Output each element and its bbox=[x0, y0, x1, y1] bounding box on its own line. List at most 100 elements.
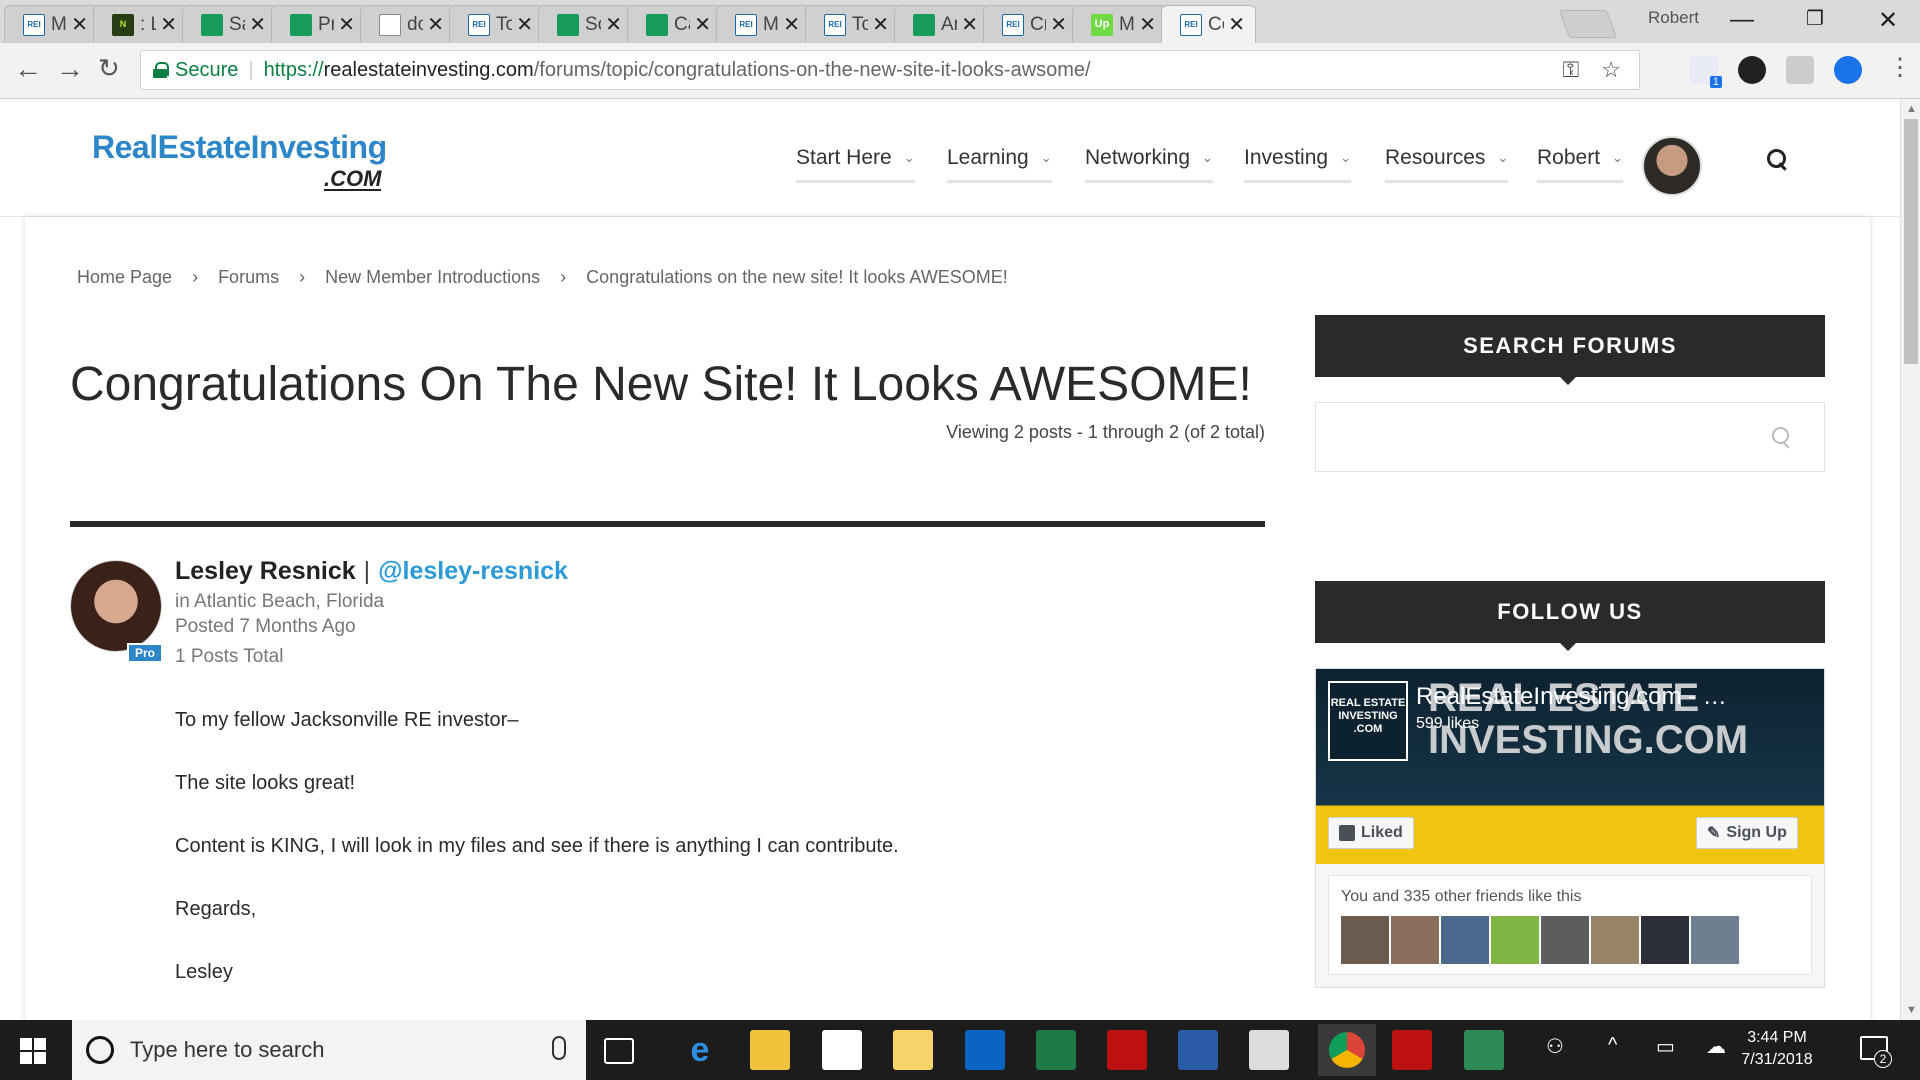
tab-close-icon[interactable]: ✕ bbox=[961, 12, 978, 37]
tab-close-icon[interactable]: ✕ bbox=[1139, 12, 1156, 37]
close-window-icon[interactable]: ✕ bbox=[1878, 6, 1898, 35]
facebook-liked-button[interactable]: Liked bbox=[1328, 817, 1414, 849]
friend-avatar[interactable] bbox=[1591, 916, 1639, 964]
browser-tab[interactable]: Up Me✕ bbox=[1072, 5, 1167, 43]
browser-tab[interactable]: REI To✕ bbox=[805, 5, 900, 43]
extension-icon-1[interactable]: 1 bbox=[1690, 56, 1722, 88]
tab-close-icon[interactable]: ✕ bbox=[1228, 12, 1245, 37]
nav-investing[interactable]: Investing ⌄ bbox=[1244, 146, 1351, 183]
owl-extension-icon[interactable] bbox=[1738, 56, 1766, 84]
edge-icon[interactable]: e bbox=[680, 1030, 720, 1070]
forum-search-input[interactable] bbox=[1315, 402, 1825, 472]
nav-resources[interactable]: Resources ⌄ bbox=[1385, 146, 1509, 183]
browser-tab[interactable]: REI Co✕ bbox=[1161, 5, 1256, 43]
user-avatar[interactable] bbox=[1642, 136, 1702, 196]
back-icon[interactable]: ← bbox=[14, 53, 42, 85]
tab-close-icon[interactable]: ✕ bbox=[783, 12, 800, 37]
tab-close-icon[interactable]: ✕ bbox=[516, 12, 533, 37]
browser-tab[interactable]: REI To✕ bbox=[449, 5, 544, 43]
task-view-icon[interactable] bbox=[604, 1038, 634, 1064]
nav-networking[interactable]: Networking ⌄ bbox=[1085, 146, 1213, 183]
windows-start-icon[interactable] bbox=[20, 1038, 46, 1064]
word-icon[interactable] bbox=[1178, 1030, 1218, 1070]
facebook-page-name[interactable]: RealEstateInvesting.com - … bbox=[1416, 683, 1727, 711]
favicon-rei-icon: REI bbox=[1180, 13, 1202, 36]
breadcrumb-forums[interactable]: Forums bbox=[218, 267, 279, 288]
outlook-icon[interactable] bbox=[965, 1030, 1005, 1070]
scroll-down-icon[interactable]: ▼ bbox=[1906, 1004, 1917, 1016]
tab-close-icon[interactable]: ✕ bbox=[249, 12, 266, 37]
file-explorer-icon[interactable] bbox=[750, 1030, 790, 1070]
photos-icon[interactable] bbox=[1249, 1030, 1289, 1070]
key-icon[interactable]: ⚿ bbox=[1563, 57, 1580, 83]
nav-user-menu[interactable]: Robert ⌄ bbox=[1537, 146, 1623, 183]
page-scrollbar[interactable]: ▲ ▼ bbox=[1900, 99, 1920, 1020]
search-icon[interactable] bbox=[1767, 149, 1789, 171]
browser-tab[interactable]: do✕ bbox=[360, 5, 455, 43]
people-icon[interactable]: ⚇ bbox=[1546, 1034, 1564, 1059]
tab-close-icon[interactable]: ✕ bbox=[694, 12, 711, 37]
chrome-menu-icon[interactable]: ⋮ bbox=[1888, 53, 1912, 82]
browser-tab[interactable]: N: Li✕ bbox=[93, 5, 188, 43]
tray-chevron-icon[interactable]: ^ bbox=[1608, 1034, 1617, 1057]
excel-icon[interactable] bbox=[1036, 1030, 1076, 1070]
author-name[interactable]: Lesley Resnick bbox=[175, 557, 356, 585]
filezilla-icon[interactable] bbox=[1107, 1030, 1147, 1070]
friend-avatar[interactable] bbox=[1441, 916, 1489, 964]
friend-avatar[interactable] bbox=[1341, 916, 1389, 964]
tab-close-icon[interactable]: ✕ bbox=[872, 12, 889, 37]
friend-avatar[interactable] bbox=[1641, 916, 1689, 964]
app-icon[interactable] bbox=[1464, 1030, 1504, 1070]
nav-learning[interactable]: Learning ⌄ bbox=[947, 146, 1052, 183]
scroll-up-icon[interactable]: ▲ bbox=[1906, 103, 1917, 115]
browser-tab[interactable]: Pro✕ bbox=[271, 5, 366, 43]
battery-icon[interactable]: ▭ bbox=[1656, 1034, 1675, 1059]
folder-onedrive-icon[interactable] bbox=[893, 1030, 933, 1070]
tab-close-icon[interactable]: ✕ bbox=[338, 12, 355, 37]
tab-close-icon[interactable]: ✕ bbox=[71, 12, 88, 37]
chrome-taskbar-active[interactable] bbox=[1318, 1024, 1376, 1076]
friend-avatar[interactable] bbox=[1691, 916, 1739, 964]
filezilla-icon-2[interactable] bbox=[1392, 1030, 1432, 1070]
author-handle[interactable]: @lesley-resnick bbox=[378, 557, 568, 585]
forward-icon[interactable]: → bbox=[56, 53, 84, 85]
site-logo[interactable]: RealEstateInvesting .COM bbox=[92, 129, 387, 191]
browser-tab[interactable]: REI Me✕ bbox=[716, 5, 811, 43]
taskbar-clock[interactable]: 3:44 PM 7/31/2018 bbox=[1734, 1027, 1820, 1071]
address-bar[interactable]: Secure | https://realestateinvesting.com… bbox=[140, 50, 1640, 90]
onedrive-icon[interactable]: ☁ bbox=[1706, 1034, 1726, 1059]
new-tab-button[interactable] bbox=[1558, 10, 1618, 38]
facebook-signup-button[interactable]: ✎ Sign Up bbox=[1696, 817, 1798, 849]
browser-tab[interactable]: Sa✕ bbox=[182, 5, 277, 43]
friend-avatar[interactable] bbox=[1541, 916, 1589, 964]
search-icon[interactable] bbox=[1772, 427, 1794, 449]
tab-close-icon[interactable]: ✕ bbox=[160, 12, 177, 37]
facebook-cover[interactable]: REAL ESTATE INVESTING.COM REAL ESTATE IN… bbox=[1316, 669, 1824, 864]
reload-icon[interactable]: ↻ bbox=[98, 53, 120, 84]
taskbar-search-box[interactable]: Type here to search bbox=[72, 1020, 586, 1080]
breadcrumb-category[interactable]: New Member Introductions bbox=[325, 267, 540, 288]
friend-avatar[interactable] bbox=[1491, 916, 1539, 964]
minimize-icon[interactable]: — bbox=[1730, 6, 1754, 34]
pdf-extension-icon[interactable] bbox=[1786, 56, 1814, 84]
browser-tab[interactable]: An✕ bbox=[894, 5, 989, 43]
tab-close-icon[interactable]: ✕ bbox=[427, 12, 444, 37]
friend-avatar[interactable] bbox=[1391, 916, 1439, 964]
author-avatar[interactable] bbox=[70, 560, 162, 652]
nav-start-here[interactable]: Start Here ⌄ bbox=[796, 146, 915, 183]
profile-name[interactable]: Robert bbox=[1648, 8, 1699, 28]
microphone-icon[interactable] bbox=[552, 1036, 566, 1060]
facebook-page-logo[interactable]: REAL ESTATE INVESTING .COM bbox=[1328, 681, 1408, 761]
scrollbar-thumb[interactable] bbox=[1904, 119, 1918, 364]
bookmark-star-icon[interactable]: ☆ bbox=[1601, 57, 1621, 83]
tab-close-icon[interactable]: ✕ bbox=[1050, 12, 1067, 37]
browser-tab[interactable]: REI Cre✕ bbox=[983, 5, 1078, 43]
restore-icon[interactable]: ❐ bbox=[1806, 6, 1824, 31]
browser-tab[interactable]: Ca✕ bbox=[627, 5, 722, 43]
browser-tab[interactable]: REI Me✕ bbox=[4, 5, 99, 43]
browser-tab[interactable]: So✕ bbox=[538, 5, 633, 43]
extension-icon-4[interactable] bbox=[1834, 56, 1862, 84]
store-icon[interactable] bbox=[822, 1030, 862, 1070]
breadcrumb-home[interactable]: Home Page bbox=[77, 267, 172, 288]
tab-close-icon[interactable]: ✕ bbox=[605, 12, 622, 37]
